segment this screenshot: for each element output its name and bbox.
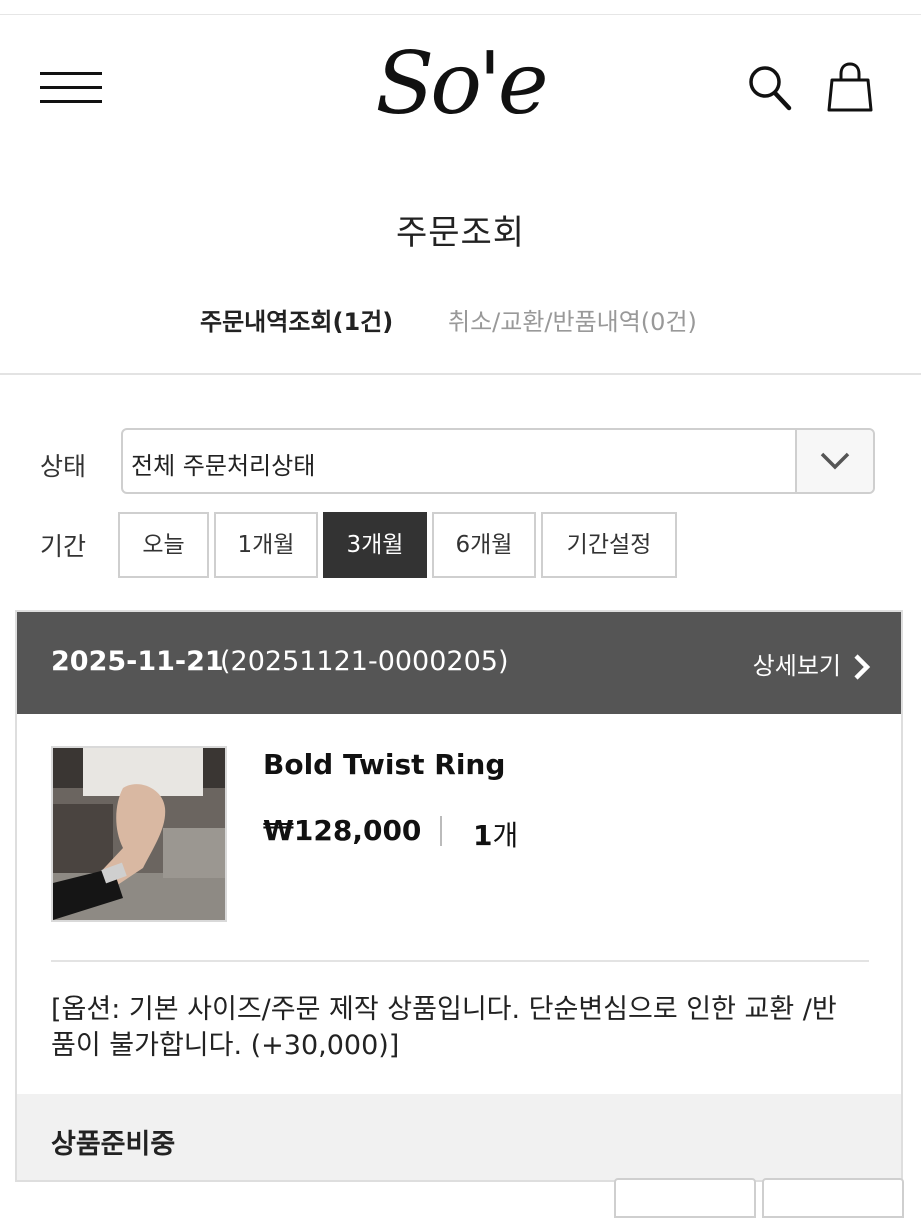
period-today-button[interactable]: 오늘 [118, 512, 209, 578]
logo-text: So'e [375, 34, 548, 134]
period-1month-button[interactable]: 1개월 [214, 512, 318, 578]
product-price: ₩128,000 [263, 814, 422, 847]
period-3month-button[interactable]: 3개월 [323, 512, 427, 578]
chevron-right-icon [854, 654, 871, 680]
hamburger-menu-icon[interactable] [40, 72, 102, 106]
shopping-bag-icon[interactable] [826, 62, 874, 114]
order-date: 2025-11-21 [51, 646, 224, 677]
section-divider [0, 373, 921, 375]
price-qty-divider [440, 816, 442, 846]
product-quantity: 1개 [473, 814, 518, 854]
tab-cancel-exchange-return[interactable]: 취소/교환/반품내역(0건) [448, 302, 697, 337]
quantity-value: 1 [473, 819, 493, 852]
order-action-button[interactable] [614, 1178, 756, 1218]
period-filter-label: 기간 [40, 532, 87, 561]
product-option-text: [옵션: 기본 사이즈/주문 제작 상품입니다. 단순변심으로 인한 교환 /반… [51, 994, 837, 1061]
product-thumbnail[interactable] [51, 746, 227, 922]
view-detail-link[interactable]: 상세보기 [753, 646, 871, 681]
quantity-unit: 개 [492, 819, 519, 852]
select-arrow-box[interactable] [795, 430, 873, 492]
chevron-down-icon [820, 452, 850, 470]
order-number: (20251121-0000205) [220, 646, 509, 677]
status-select[interactable]: 전체 주문처리상태 [121, 428, 875, 494]
top-divider [0, 14, 921, 15]
product-name[interactable]: Bold Twist Ring [263, 748, 505, 781]
order-card: 2025-11-21 (20251121-0000205) 상세보기 Bold … [15, 610, 903, 1182]
order-header: 2025-11-21 (20251121-0000205) 상세보기 [17, 612, 901, 714]
period-custom-button[interactable]: 기간설정 [541, 512, 677, 578]
period-6month-button[interactable]: 6개월 [432, 512, 536, 578]
status-filter-label: 상태 [40, 452, 87, 481]
view-detail-label: 상세보기 [752, 652, 841, 680]
brand-logo[interactable]: So'e [340, 24, 580, 154]
order-action-button[interactable] [762, 1178, 904, 1218]
card-divider [51, 960, 869, 962]
order-status-bar: 상품준비중 [17, 1094, 901, 1180]
search-icon[interactable] [747, 64, 793, 112]
page-title: 주문조회 [395, 213, 526, 253]
tab-order-history[interactable]: 주문내역조회(1건) [200, 302, 393, 337]
order-status: 상품준비중 [51, 1129, 176, 1160]
status-select-value: 전체 주문처리상태 [131, 452, 316, 480]
